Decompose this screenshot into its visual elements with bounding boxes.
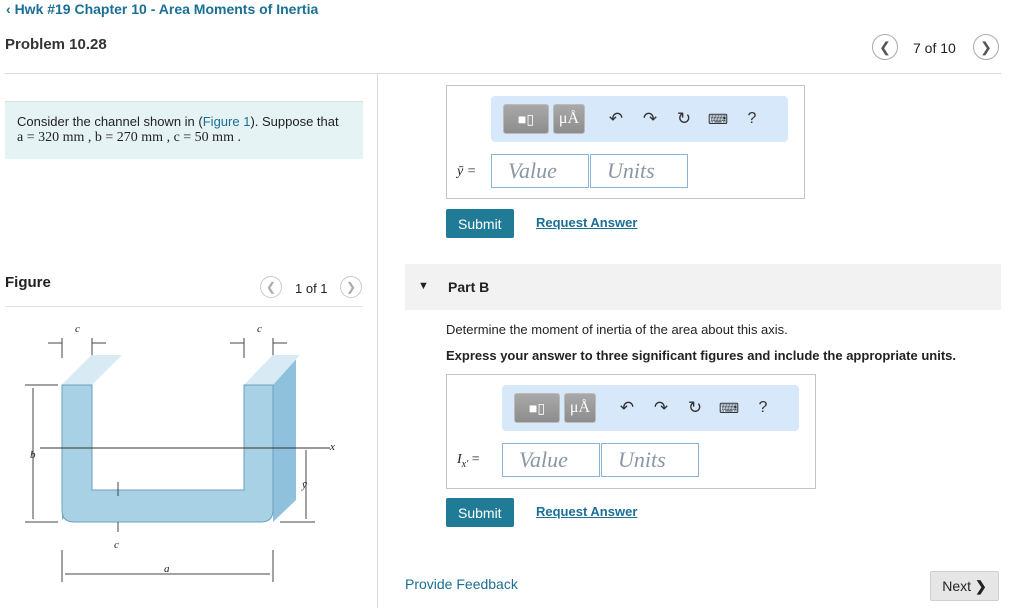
problem-prompt: Consider the channel shown in (Figure 1)… xyxy=(5,101,363,159)
chevron-left-icon: ❮ xyxy=(879,38,891,55)
part-b-header[interactable]: ▼ Part B xyxy=(405,264,1001,310)
part-b-answer-box: ■▯ μÅ ↶ ↷ ↻ ⌨ ? Ix' = Value Units xyxy=(446,374,816,489)
part-a-request-answer-link[interactable]: Request Answer xyxy=(536,215,637,230)
caret-down-icon: ▼ xyxy=(418,280,429,292)
assignment-back-link[interactable]: ‹ Hwk #19 Chapter 10 - Area Moments of I… xyxy=(6,1,318,17)
template-button[interactable]: ■▯ xyxy=(514,393,560,423)
units-button[interactable]: μÅ xyxy=(564,393,596,423)
figure-next-button[interactable]: ❯ xyxy=(340,276,362,298)
part-b-variable-label: Ix' = xyxy=(457,452,480,470)
redo-icon[interactable]: ↷ xyxy=(637,106,663,132)
figure-label-c-left: c xyxy=(75,323,80,335)
part-b-instruction: Express your answer to three significant… xyxy=(446,348,956,363)
units-button-label: μÅ xyxy=(569,399,591,416)
figure-heading: Figure xyxy=(5,274,51,291)
part-b-variable-equals: = xyxy=(468,452,480,467)
reset-icon[interactable]: ↻ xyxy=(671,106,697,132)
part-a-submit-button[interactable]: Submit xyxy=(446,209,514,238)
problem-pager: 7 of 10 xyxy=(913,40,956,56)
part-b-request-answer-link[interactable]: Request Answer xyxy=(536,504,637,519)
chevron-right-icon: ❯ xyxy=(345,280,357,294)
part-b-toolbar: ■▯ μÅ ↶ ↷ ↻ ⌨ ? xyxy=(502,385,799,431)
template-icon: ■▯ xyxy=(517,110,535,127)
reset-icon[interactable]: ↻ xyxy=(682,395,708,421)
prompt-intro-text: Consider the channel shown in ( xyxy=(17,114,203,129)
chevron-right-icon: ❯ xyxy=(980,38,992,55)
redo-icon[interactable]: ↷ xyxy=(648,395,674,421)
prompt-intro-end-text: ). Suppose that xyxy=(250,114,339,129)
column-divider xyxy=(377,74,378,608)
part-b-submit-button[interactable]: Submit xyxy=(446,498,514,527)
channel-figure: c c b x ȳ c a xyxy=(25,323,335,582)
part-a-toolbar: ■▯ μÅ ↶ ↷ ↻ ⌨ ? xyxy=(491,96,788,142)
part-b-title: Part B xyxy=(448,279,490,295)
figure-label-a: a xyxy=(164,563,170,575)
units-button[interactable]: μÅ xyxy=(553,104,585,134)
figure-pager: 1 of 1 xyxy=(295,281,328,296)
chevron-right-icon: ❯ xyxy=(975,577,987,594)
figure-divider xyxy=(5,306,363,307)
part-b-question: Determine the moment of inertia of the a… xyxy=(446,322,788,337)
next-button-label: Next xyxy=(942,578,972,594)
part-b-value-input[interactable]: Value xyxy=(502,443,600,477)
figure-previous-button[interactable]: ❮ xyxy=(260,276,282,298)
chevron-left-icon: ❮ xyxy=(265,280,277,294)
figure-label-x: x xyxy=(329,441,335,453)
template-button[interactable]: ■▯ xyxy=(503,104,549,134)
header-divider xyxy=(5,73,1001,74)
part-b-units-input[interactable]: Units xyxy=(601,443,699,477)
next-button[interactable]: Next ❯ xyxy=(930,571,999,601)
figure-label-b: b xyxy=(30,449,36,461)
keyboard-icon[interactable]: ⌨ xyxy=(705,106,731,132)
problem-title: Problem 10.28 xyxy=(5,36,107,53)
next-problem-button[interactable]: ❯ xyxy=(973,34,999,60)
figure-link[interactable]: Figure 1 xyxy=(203,114,251,129)
part-a-value-input[interactable]: Value xyxy=(491,154,589,188)
prompt-values: a = 320 mm , b = 270 mm , c = 50 mm . xyxy=(17,130,241,145)
figure-label-ybar: ȳ xyxy=(301,479,308,491)
provide-feedback-link[interactable]: Provide Feedback xyxy=(405,576,518,592)
part-a-variable-label: ȳ = xyxy=(457,164,477,179)
figure-label-c-bottom: c xyxy=(114,539,119,551)
part-a-units-input[interactable]: Units xyxy=(590,154,688,188)
previous-problem-button[interactable]: ❮ xyxy=(872,34,898,60)
assignment-title: Hwk #19 Chapter 10 - Area Moments of Ine… xyxy=(14,1,319,17)
figure-label-c-right: c xyxy=(257,323,262,335)
help-icon[interactable]: ? xyxy=(750,395,776,421)
help-icon[interactable]: ? xyxy=(739,106,765,132)
template-icon: ■▯ xyxy=(528,399,546,416)
chevron-left-icon: ‹ xyxy=(6,1,11,17)
part-a-answer-box: ■▯ μÅ ↶ ↷ ↻ ⌨ ? ȳ = Value Units xyxy=(446,85,805,199)
keyboard-icon[interactable]: ⌨ xyxy=(716,395,742,421)
undo-icon[interactable]: ↶ xyxy=(603,106,629,132)
units-button-label: μÅ xyxy=(558,110,580,127)
undo-icon[interactable]: ↶ xyxy=(614,395,640,421)
